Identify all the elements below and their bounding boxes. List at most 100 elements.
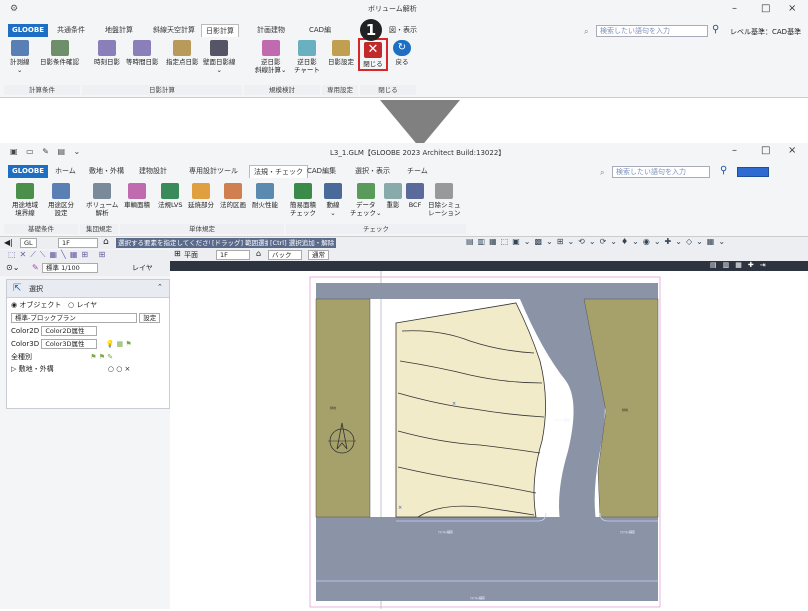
- volume-analysis-button[interactable]: ボリューム 解析: [86, 183, 118, 217]
- tab-shadow[interactable]: 日影計算: [201, 24, 239, 37]
- arrow-left-icon[interactable]: ◀|: [4, 238, 13, 247]
- tab-cad[interactable]: CAD編: [305, 24, 335, 37]
- layer-label[interactable]: レイヤ: [132, 263, 153, 273]
- main-maximize-icon[interactable]: □: [761, 145, 770, 156]
- view-floor[interactable]: 1F: [216, 250, 250, 260]
- bcf-button[interactable]: BCF: [406, 183, 424, 209]
- close-x-icon: ✕: [364, 42, 382, 58]
- cursor-icon: ⇱: [13, 283, 22, 294]
- search-input-top[interactable]: 検索したい語句を入力: [596, 25, 708, 37]
- maximize-icon[interactable]: □: [761, 3, 770, 14]
- equal-time-shadow-button[interactable]: 等時間日影: [126, 40, 159, 66]
- fire-spread-icon: [192, 183, 210, 199]
- simple-area-icon: [294, 183, 312, 199]
- view-mode[interactable]: 通常: [308, 250, 329, 260]
- preset-select[interactable]: 標準-ブロックプラン: [11, 313, 137, 323]
- main-search-input[interactable]: 検索したい語句を入力: [612, 166, 710, 178]
- user-badge[interactable]: [737, 167, 769, 177]
- overlap-button[interactable]: 重影: [384, 183, 402, 209]
- tab-view[interactable]: 図・表示: [385, 24, 421, 37]
- minimize-icon[interactable]: –: [732, 3, 737, 14]
- main-close-icon[interactable]: ×: [788, 145, 796, 156]
- hourly-shadow-icon: [98, 40, 116, 56]
- legal-section-button[interactable]: 法的区画: [220, 183, 246, 209]
- window-title: ボリューム解析: [368, 5, 417, 13]
- wall-shadow-button[interactable]: 壁面日影線 ⌄: [203, 40, 236, 74]
- measure-line-button[interactable]: 計測線 ⌄: [10, 40, 30, 74]
- view-back[interactable]: バック: [268, 250, 302, 260]
- main-tab-regulation[interactable]: 法規・チェック: [249, 165, 308, 178]
- floor-gl[interactable]: GL: [20, 238, 37, 248]
- shadow-condition-button[interactable]: 日影条件確認: [40, 40, 79, 66]
- road-label-3: ｱｽﾌｧﾙﾄ舗装: [470, 595, 485, 600]
- floor-current[interactable]: 1F: [58, 238, 98, 248]
- quick-access-bar: ▣ ▭ ✎ ▤ ⌄: [10, 147, 84, 156]
- preset-settings-button[interactable]: 設定: [139, 313, 161, 323]
- filter-icons[interactable]: 💡 ▦ ⚑: [106, 340, 132, 348]
- reverse-chart-button[interactable]: 逆日影 チャート: [294, 40, 320, 74]
- floor-up-icon[interactable]: ⌂: [103, 237, 109, 247]
- shadow-settings-button[interactable]: 日影設定: [328, 40, 354, 66]
- main-tab-cad[interactable]: CAD編集: [303, 165, 340, 178]
- reverse-shadow-icon: [261, 40, 280, 56]
- shade-sim-button[interactable]: 日除シミュ レーション: [428, 183, 461, 217]
- data-check-button[interactable]: データ チェック⌄: [350, 183, 381, 217]
- main-tab-site[interactable]: 敷地・外構: [85, 165, 128, 178]
- scale-select[interactable]: 標準 1/100: [42, 263, 98, 273]
- tab-ground[interactable]: 地盤計算: [101, 24, 137, 37]
- close-window-icon[interactable]: ×: [788, 3, 796, 14]
- tab-sky[interactable]: 斜線天空計算: [149, 24, 199, 37]
- search-button-icon[interactable]: ⚲: [712, 24, 719, 35]
- lvs-button[interactable]: 法規LVS: [158, 183, 182, 209]
- main-tab-tools[interactable]: 専用設計ツール: [185, 165, 242, 178]
- view-header: ⊞ 平面 1F ⌂ バック 通常: [170, 249, 808, 261]
- settings-icon: [332, 40, 350, 56]
- panel-title: 選択: [29, 285, 43, 293]
- kind-icons[interactable]: ⚑ ⚑ ✎: [90, 353, 113, 361]
- edit-tools-icons[interactable]: ⬚✕⟋⟍▦╲▦⊞ ⊞: [8, 250, 109, 260]
- main-tab-building[interactable]: 建物設計: [135, 165, 171, 178]
- view-floor-up-icon[interactable]: ⌂: [256, 249, 261, 258]
- tab-gloobe[interactable]: GLOOBE: [8, 24, 48, 37]
- vehicle-area-button[interactable]: 車輌面積: [124, 183, 150, 209]
- lvs-icon: [161, 183, 180, 199]
- radio-object-icon[interactable]: ◉: [11, 301, 17, 309]
- view-window-icons[interactable]: ▤▥▦✚⇥: [710, 261, 772, 269]
- color3d-select[interactable]: Color3D属性: [41, 339, 98, 349]
- main-tab-select[interactable]: 選択・表示: [351, 165, 394, 178]
- expand-icon[interactable]: ▷: [11, 365, 16, 373]
- collapse-icon[interactable]: ⌃: [157, 283, 163, 291]
- main-tab-gloobe[interactable]: GLOOBE: [8, 165, 48, 178]
- view-toolbar-icons[interactable]: ▤▥▦⬚▣⌄▩⌄⊞⌄⟲⌄⟳⌄♦⌄◉⌄✚⌄◇⌄▦⌄: [466, 237, 729, 246]
- site-mark: ×: [452, 401, 456, 407]
- visibility-icons[interactable]: ○ ○ ×: [108, 365, 131, 373]
- simple-area-button[interactable]: 簡易面積 チェック: [290, 183, 316, 217]
- hourly-shadow-button[interactable]: 時刻日影: [94, 40, 120, 66]
- zoning-boundary-button[interactable]: 用途地域 境界線: [12, 183, 38, 217]
- point-shadow-button[interactable]: 指定点日影: [166, 40, 199, 66]
- main-tab-team[interactable]: チーム: [403, 165, 432, 178]
- tree-item-site[interactable]: ▷ 敷地・外構 ○ ○ ×: [11, 364, 130, 375]
- snap-icon[interactable]: ⊙⌄: [6, 263, 19, 272]
- all-kinds-row: 全種別 ⚑ ⚑ ✎: [11, 353, 114, 361]
- tab-plan[interactable]: 計画建物: [253, 24, 289, 37]
- tab-common[interactable]: 共通条件: [53, 24, 89, 37]
- hint-drag: [ドラッグ] 範囲選択: [210, 238, 274, 248]
- reverse-shadow-button[interactable]: 逆日影 斜線計算⌄: [255, 40, 286, 74]
- fire-spread-button[interactable]: 延焼部分: [188, 183, 214, 209]
- main-tab-home[interactable]: ホーム: [51, 165, 80, 178]
- pen-icon[interactable]: ✎: [32, 263, 39, 272]
- flowline-button[interactable]: 動線 ⌄: [324, 183, 342, 217]
- fire-resist-button[interactable]: 耐火性能: [252, 183, 278, 209]
- main-minimize-icon[interactable]: –: [732, 145, 737, 156]
- road-label-4: ｱｽﾌｧﾙﾄ舗装: [555, 417, 570, 422]
- group-calc-condition: 計算条件: [4, 85, 80, 95]
- close-volume-button[interactable]: ✕ 閉じる: [358, 38, 388, 71]
- main-search-button-icon[interactable]: ⚲: [720, 165, 727, 176]
- use-class-button[interactable]: 用途区分 設定: [48, 183, 74, 217]
- main-group-collective: 集団規定: [80, 224, 118, 234]
- radio-layer-icon[interactable]: ○: [68, 301, 74, 309]
- back-button[interactable]: ↻ 戻る: [393, 40, 411, 66]
- drawing-canvas[interactable]: × × ｱｽﾌｧﾙﾄ舗装 ｱｽﾌｧﾙﾄ舗装 ｱｽﾌｧﾙﾄ舗装 ｱｽﾌｧﾙﾄ舗装 …: [170, 271, 808, 609]
- color2d-select[interactable]: Color2D属性: [41, 326, 98, 336]
